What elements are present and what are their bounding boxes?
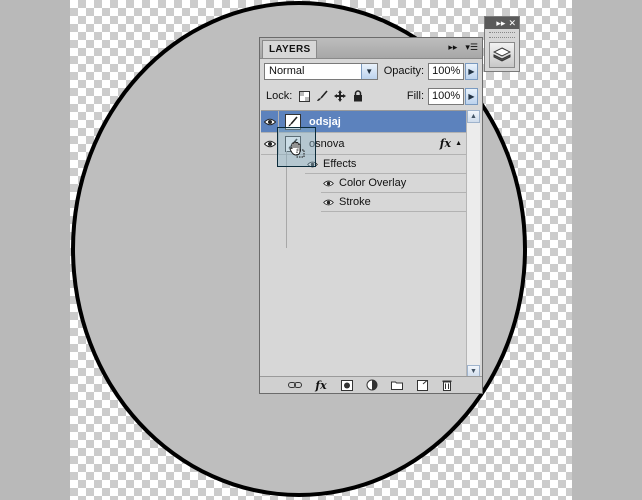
collapse-panel-icon[interactable]: ▸▸ bbox=[448, 42, 457, 53]
scroll-up-icon[interactable]: ▲ bbox=[467, 110, 480, 123]
layer-effects-fx-icon[interactable]: fx bbox=[440, 137, 451, 150]
fill-input[interactable]: 100% bbox=[428, 87, 464, 105]
opacity-label: Opacity: bbox=[383, 65, 425, 77]
effect-name: Color Overlay bbox=[339, 177, 407, 189]
lock-transparent-icon[interactable] bbox=[298, 90, 310, 102]
trash-icon[interactable] bbox=[439, 379, 455, 391]
blend-opacity-row: Normal ▼ Opacity: 100% ▶ bbox=[264, 62, 478, 80]
lock-label: Lock: bbox=[266, 90, 293, 102]
layers-panel-button[interactable] bbox=[489, 42, 515, 68]
effect-row-color-overlay[interactable]: Color Overlay bbox=[321, 174, 466, 193]
layers-icon bbox=[493, 47, 511, 62]
link-icon[interactable] bbox=[287, 379, 303, 391]
effect-visibility-eye-icon[interactable] bbox=[321, 180, 335, 187]
blend-mode-value: Normal bbox=[269, 65, 305, 77]
dock-titlebar: ▸▸ ✕ bbox=[485, 17, 519, 29]
fx-icon[interactable]: fx bbox=[312, 379, 330, 392]
chevron-down-icon[interactable]: ▼ bbox=[360, 63, 377, 79]
adjustment-icon[interactable] bbox=[364, 379, 380, 391]
blend-mode-select[interactable]: Normal ▼ bbox=[264, 62, 378, 80]
effect-row-stroke[interactable]: Stroke bbox=[321, 193, 466, 212]
effects-header-row[interactable]: Effects bbox=[305, 155, 466, 174]
fill-label: Fill: bbox=[406, 90, 424, 102]
dock-grip[interactable] bbox=[489, 32, 515, 38]
mask-icon[interactable] bbox=[339, 379, 355, 391]
effect-name: Stroke bbox=[339, 196, 371, 208]
layer-name[interactable]: odsjaj bbox=[309, 116, 466, 128]
folder-icon[interactable] bbox=[389, 379, 405, 391]
lock-all-padlock-icon[interactable] bbox=[352, 90, 364, 102]
fill-slider-arrow-icon[interactable]: ▶ bbox=[465, 87, 478, 105]
lock-position-move-icon[interactable] bbox=[334, 90, 347, 102]
effects-label: Effects bbox=[323, 158, 357, 170]
lock-fill-row: Lock: Fill: 100% ▶ bbox=[266, 87, 478, 105]
lock-image-brush-icon[interactable] bbox=[316, 90, 328, 102]
panel-header: LAYERS ▸▸ ▾☰ bbox=[260, 38, 482, 59]
panel-menu: ▸▸ ▾☰ bbox=[448, 42, 478, 53]
expand-panels-icon[interactable]: ▸▸ bbox=[496, 18, 505, 29]
layers-scrollbar[interactable]: ▲ ▼ bbox=[466, 110, 480, 378]
layers-panel: LAYERS ▸▸ ▾☰ Normal ▼ Opacity: 100% ▶ Lo… bbox=[259, 37, 483, 394]
new-layer-icon[interactable] bbox=[414, 379, 430, 391]
panel-footer-toolbar: fx bbox=[260, 376, 482, 393]
panel-menu-icon[interactable]: ▾☰ bbox=[465, 42, 478, 53]
collapse-effects-caret-icon[interactable]: ▲ bbox=[455, 140, 462, 147]
opacity-input[interactable]: 100% bbox=[428, 62, 465, 80]
effect-visibility-eye-icon[interactable] bbox=[321, 199, 335, 206]
grab-cursor-icon bbox=[288, 140, 306, 161]
close-icon[interactable]: ✕ bbox=[508, 18, 516, 29]
opacity-slider-arrow-icon[interactable]: ▶ bbox=[465, 62, 478, 80]
layer-name[interactable]: osnova bbox=[309, 138, 440, 150]
collapsed-panel-dock: ▸▸ ✕ bbox=[484, 16, 520, 72]
tab-layers[interactable]: LAYERS bbox=[262, 40, 318, 58]
